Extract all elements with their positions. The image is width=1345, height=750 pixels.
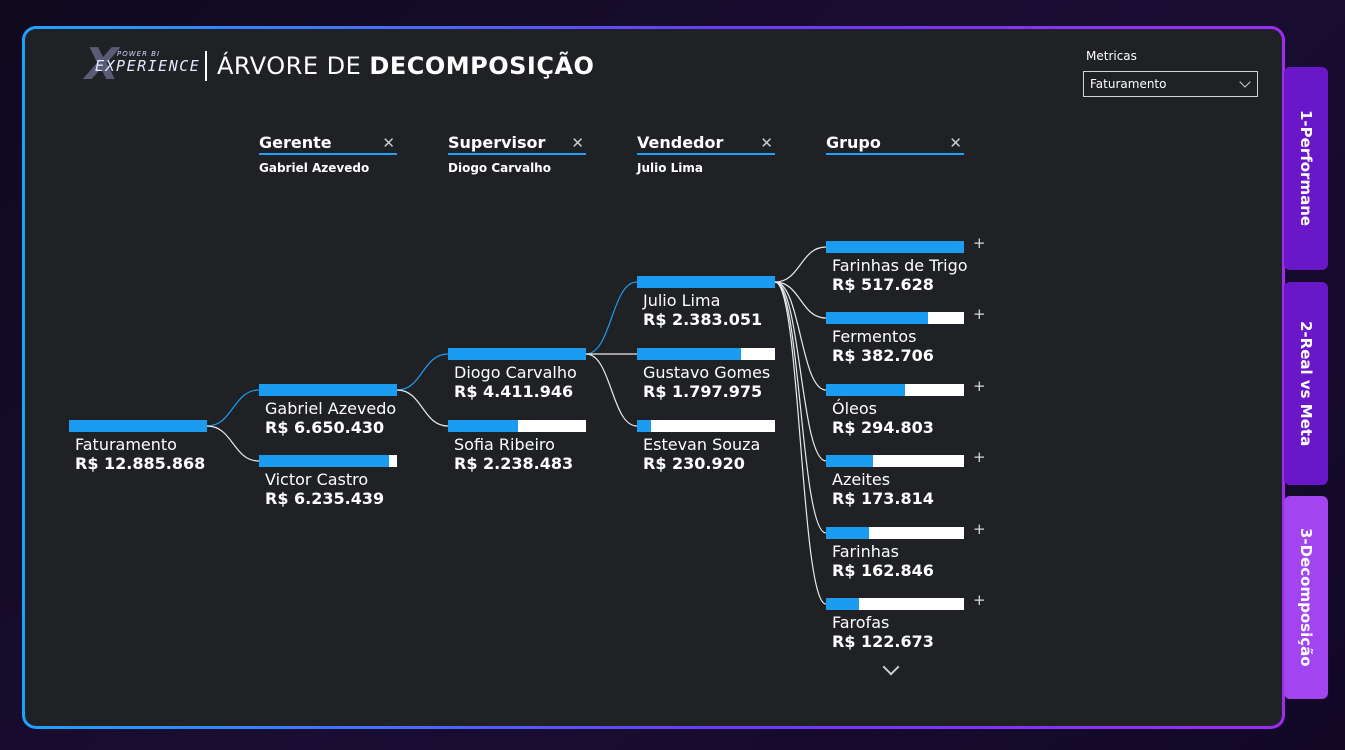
tree-node-vendedores: Gustavo Gomes R$ 1.797.975 bbox=[637, 348, 775, 402]
node-value: R$ 230.920 bbox=[643, 454, 745, 473]
tree-node-vendedores: Julio Lima R$ 2.383.051 bbox=[637, 276, 775, 330]
node-bar-fill bbox=[826, 527, 869, 539]
node-value: R$ 2.383.051 bbox=[643, 310, 763, 329]
node-value: R$ 162.846 bbox=[832, 561, 934, 580]
node-value: R$ 4.411.946 bbox=[454, 382, 574, 401]
node-label: Gustavo Gomes bbox=[643, 363, 771, 382]
node-bar-fill bbox=[826, 384, 905, 396]
tree-connector-line bbox=[585, 281, 638, 355]
tree-connector-line bbox=[396, 353, 449, 391]
tree-connector-line bbox=[774, 281, 827, 605]
node-bar[interactable] bbox=[826, 241, 964, 253]
report-frame: X POWER BI EXPERIENCE ÁRVORE DE DECOMPOS… bbox=[22, 26, 1285, 729]
tree-node-grupos: + Farinhas de Trigo R$ 517.628 bbox=[826, 234, 986, 295]
expand-plus-icon[interactable]: + bbox=[973, 305, 986, 323]
node-bar[interactable] bbox=[637, 276, 775, 288]
tab-real-vs-meta[interactable]: 2-Real vs Meta bbox=[1284, 282, 1328, 485]
node-label: Sofia Ribeiro bbox=[454, 435, 555, 454]
node-label: Julio Lima bbox=[643, 291, 721, 310]
tree-node-vendedores: Estevan Souza R$ 230.920 bbox=[637, 420, 775, 474]
tree-connector-line bbox=[774, 281, 827, 534]
tree-node-supervisores: Diogo Carvalho R$ 4.411.946 bbox=[448, 348, 586, 402]
node-bar-fill bbox=[638, 277, 774, 287]
node-bar-fill bbox=[260, 385, 396, 395]
node-value: R$ 6.650.430 bbox=[265, 418, 385, 437]
node-bar-fill bbox=[637, 420, 651, 432]
node-label: Farofas bbox=[832, 613, 890, 632]
tree-node-grupos: + Farinhas R$ 162.846 bbox=[826, 520, 986, 581]
node-bar-fill bbox=[70, 421, 206, 431]
node-bar-fill bbox=[826, 312, 929, 324]
node-label: Faturamento bbox=[75, 435, 177, 454]
expand-plus-icon[interactable]: + bbox=[973, 520, 986, 538]
node-bar[interactable] bbox=[69, 420, 207, 432]
node-label: Estevan Souza bbox=[643, 435, 761, 454]
node-label: Gabriel Azevedo bbox=[265, 399, 397, 418]
expand-plus-icon[interactable]: + bbox=[973, 591, 986, 609]
tab-performance[interactable]: 1-Performane bbox=[1284, 67, 1328, 270]
node-bar[interactable] bbox=[826, 598, 964, 610]
node-bar[interactable] bbox=[448, 420, 586, 432]
node-bar-fill bbox=[826, 598, 860, 610]
node-value: R$ 294.803 bbox=[832, 418, 934, 437]
node-bar-fill bbox=[259, 455, 389, 467]
node-label: Victor Castro bbox=[265, 470, 369, 489]
node-label: Azeites bbox=[832, 470, 891, 489]
tab-performance-label: 1-Performane bbox=[1297, 110, 1315, 227]
node-label: Óleos bbox=[832, 399, 878, 418]
tree-connector-line bbox=[206, 425, 260, 462]
tree-node-supervisores: Sofia Ribeiro R$ 2.238.483 bbox=[448, 420, 586, 474]
node-bar-fill bbox=[826, 241, 964, 253]
expand-plus-icon[interactable]: + bbox=[973, 377, 986, 395]
node-value: R$ 173.814 bbox=[832, 489, 934, 508]
node-bar[interactable] bbox=[826, 455, 964, 467]
node-value: R$ 6.235.439 bbox=[265, 489, 385, 508]
tree-connector-line bbox=[585, 353, 638, 427]
tree-connector-line bbox=[396, 389, 449, 427]
node-label: Farinhas bbox=[832, 542, 899, 561]
node-bar[interactable] bbox=[826, 527, 964, 539]
report-canvas: X POWER BI EXPERIENCE ÁRVORE DE DECOMPOS… bbox=[25, 29, 1282, 726]
tree-node-gerentes: Victor Castro R$ 6.235.439 bbox=[259, 455, 397, 509]
node-bar[interactable] bbox=[826, 384, 964, 396]
node-bar-fill bbox=[637, 348, 741, 360]
node-bar-fill bbox=[449, 349, 585, 359]
node-bar[interactable] bbox=[826, 312, 964, 324]
node-label: Farinhas de Trigo bbox=[832, 256, 968, 275]
tree-node-root: Faturamento R$ 12.885.868 bbox=[69, 420, 207, 474]
tree-connector-line bbox=[774, 246, 827, 283]
node-bar-fill bbox=[826, 455, 873, 467]
tab-decomposicao-label: 3-Decomposição bbox=[1297, 528, 1315, 667]
node-value: R$ 1.797.975 bbox=[643, 382, 763, 401]
tree-node-grupos: + Óleos R$ 294.803 bbox=[826, 377, 986, 438]
node-bar[interactable] bbox=[259, 384, 397, 396]
expand-plus-icon[interactable]: + bbox=[973, 234, 986, 252]
node-label: Diogo Carvalho bbox=[454, 363, 577, 382]
tree-node-grupos: + Azeites R$ 173.814 bbox=[826, 448, 986, 509]
node-value: R$ 517.628 bbox=[832, 275, 934, 294]
tree-connector-line bbox=[774, 281, 827, 462]
node-bar-fill bbox=[448, 420, 519, 432]
node-value: R$ 12.885.868 bbox=[75, 454, 206, 473]
expand-plus-icon[interactable]: + bbox=[973, 448, 986, 466]
tab-real-vs-meta-label: 2-Real vs Meta bbox=[1297, 320, 1315, 447]
tree-node-grupos: + Fermentos R$ 382.706 bbox=[826, 305, 986, 366]
node-bar[interactable] bbox=[637, 348, 775, 360]
tree-node-gerentes: Gabriel Azevedo R$ 6.650.430 bbox=[259, 384, 397, 438]
tree-connector-line bbox=[206, 389, 260, 427]
node-value: R$ 382.706 bbox=[832, 346, 934, 365]
tree-node-grupos: + Farofas R$ 122.673 bbox=[826, 591, 986, 652]
node-value: R$ 122.673 bbox=[832, 632, 934, 651]
node-value: R$ 2.238.483 bbox=[454, 454, 574, 473]
node-bar[interactable] bbox=[259, 455, 397, 467]
node-bar[interactable] bbox=[637, 420, 775, 432]
node-bar[interactable] bbox=[448, 348, 586, 360]
node-label: Fermentos bbox=[832, 327, 917, 346]
tab-decomposicao[interactable]: 3-Decomposição bbox=[1284, 496, 1328, 699]
